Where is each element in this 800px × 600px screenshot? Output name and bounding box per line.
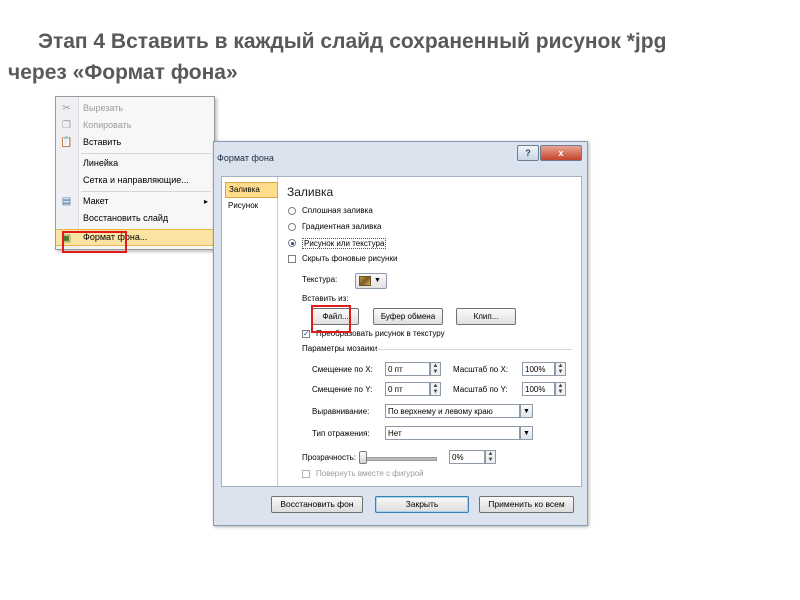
radio-picture-fill-label: Рисунок или текстура xyxy=(302,238,387,249)
clipboard-button[interactable]: Буфер обмена xyxy=(373,308,443,325)
hide-background-label: Скрыть фоновые рисунки xyxy=(302,254,398,263)
context-menu: ✂ Вырезать ❐ Копировать 📋 Вставить Линей… xyxy=(55,96,215,250)
menu-item-ruler[interactable]: Линейка xyxy=(56,155,214,172)
clip-button[interactable]: Клип... xyxy=(456,308,516,325)
insert-from-label: Вставить из: xyxy=(302,294,349,303)
close-button[interactable]: x xyxy=(540,145,582,161)
offset-x-spinner[interactable]: ▲ ▼ xyxy=(430,362,441,376)
help-button[interactable]: ? xyxy=(517,145,539,161)
highlight-box-file-button xyxy=(311,305,351,333)
menu-item-grid[interactable]: Сетка и направляющие... xyxy=(56,172,214,189)
menu-item-label: Копировать xyxy=(83,120,132,130)
transparency-spinner[interactable]: ▲ ▼ xyxy=(485,450,496,464)
scissors-icon: ✂ xyxy=(62,103,71,114)
spin-down-icon: ▼ xyxy=(557,369,564,375)
apply-to-all-button[interactable]: Применить ко всем xyxy=(479,496,574,513)
mirror-select[interactable]: Нет xyxy=(385,426,520,440)
submenu-arrow-icon: ▸ xyxy=(203,197,208,206)
highlight-box-format-background xyxy=(62,231,127,253)
offset-x-label: Смещение по X: xyxy=(312,365,373,374)
transparency-slider-thumb[interactable] xyxy=(359,451,367,464)
fill-header: Заливка xyxy=(287,185,334,199)
texture-label: Текстура: xyxy=(302,275,338,284)
radio-picture-fill[interactable] xyxy=(288,239,296,247)
menu-item-label: Вырезать xyxy=(83,103,124,113)
spin-down-icon: ▼ xyxy=(487,457,494,463)
menu-item-label: Линейка xyxy=(83,158,119,168)
chevron-down-icon: ▼ xyxy=(374,277,381,284)
tile-params-label: Параметры мозаики xyxy=(302,344,378,353)
chevron-down-icon[interactable]: ▼ xyxy=(520,426,533,440)
menu-item-label: Вставить xyxy=(83,137,122,147)
alignment-label: Выравнивание: xyxy=(312,407,370,416)
menu-item-label: Макет xyxy=(83,196,109,206)
offset-x-field[interactable]: 0 пт xyxy=(385,362,430,376)
scale-y-label: Масштаб по Y: xyxy=(453,385,508,394)
spin-down-icon: ▼ xyxy=(557,389,564,395)
scale-y-spinner[interactable]: ▲ ▼ xyxy=(555,382,566,396)
menu-item-label: Сетка и направляющие... xyxy=(83,175,189,185)
menu-item-cut[interactable]: ✂ Вырезать xyxy=(56,100,214,117)
mirror-label: Тип отражения: xyxy=(312,429,370,438)
reset-background-button[interactable]: Восстановить фон xyxy=(271,496,363,513)
dialog-title: Формат фона xyxy=(217,153,274,163)
alignment-select[interactable]: По верхнему и левому краю xyxy=(385,404,520,418)
radio-gradient-fill-label: Градиентная заливка xyxy=(302,222,382,231)
format-background-dialog: Формат фона ? x Заливка Рисунок Заливка … xyxy=(213,141,588,526)
menu-separator xyxy=(81,191,211,192)
texture-picker[interactable]: ▼ xyxy=(355,273,387,289)
tile-checkbox[interactable]: ✓ xyxy=(302,330,310,338)
chevron-down-icon[interactable]: ▼ xyxy=(520,404,533,418)
menu-item-label: Восстановить слайд xyxy=(83,213,169,223)
scale-y-field[interactable]: 100% xyxy=(522,382,555,396)
layout-icon: ▤ xyxy=(61,196,72,207)
slide-title: Этап 4 Вставить в каждый слайд сохраненн… xyxy=(8,26,788,88)
nav-item-fill[interactable]: Заливка xyxy=(225,182,278,198)
menu-separator xyxy=(81,153,211,154)
offset-y-spinner[interactable]: ▲ ▼ xyxy=(430,382,441,396)
scale-x-spinner[interactable]: ▲ ▼ xyxy=(555,362,566,376)
close-dialog-button[interactable]: Закрыть xyxy=(375,496,469,513)
paste-icon: 📋 xyxy=(60,137,73,148)
menu-item-copy[interactable]: ❐ Копировать xyxy=(56,117,214,134)
slide-title-line2: через «Формат фона» xyxy=(8,61,238,84)
rotate-with-shape-checkbox[interactable] xyxy=(302,470,310,478)
transparency-label: Прозрачность: xyxy=(302,453,357,462)
offset-y-field[interactable]: 0 пт xyxy=(385,382,430,396)
menu-item-reset-slide[interactable]: Восстановить слайд xyxy=(56,210,214,227)
menu-item-layout[interactable]: ▤ Макет ▸ xyxy=(56,193,214,210)
spin-down-icon: ▼ xyxy=(432,389,439,395)
scale-x-field[interactable]: 100% xyxy=(522,362,555,376)
scale-x-label: Масштаб по X: xyxy=(453,365,509,374)
group-divider xyxy=(374,349,572,350)
offset-y-label: Смещение по Y: xyxy=(312,385,373,394)
transparency-slider-track xyxy=(360,457,437,461)
dialog-nav: Заливка Рисунок xyxy=(222,177,278,486)
radio-solid-fill[interactable] xyxy=(288,207,296,215)
hide-background-checkbox[interactable] xyxy=(288,255,296,263)
rotate-with-shape-label: Повернуть вместе с фигурой xyxy=(316,469,424,478)
texture-swatch xyxy=(359,276,371,286)
transparency-field[interactable]: 0% xyxy=(449,450,485,464)
radio-gradient-fill[interactable] xyxy=(288,223,296,231)
spin-down-icon: ▼ xyxy=(432,369,439,375)
slide-title-line1: Этап 4 Вставить в каждый слайд сохраненн… xyxy=(38,30,667,53)
menu-item-paste[interactable]: 📋 Вставить xyxy=(56,134,214,151)
radio-solid-fill-label: Сплошная заливка xyxy=(302,206,373,215)
dialog-panel: Заливка Рисунок Заливка Сплошная заливка… xyxy=(221,176,582,487)
nav-item-picture[interactable]: Рисунок xyxy=(225,199,276,213)
copy-icon: ❐ xyxy=(62,120,71,131)
